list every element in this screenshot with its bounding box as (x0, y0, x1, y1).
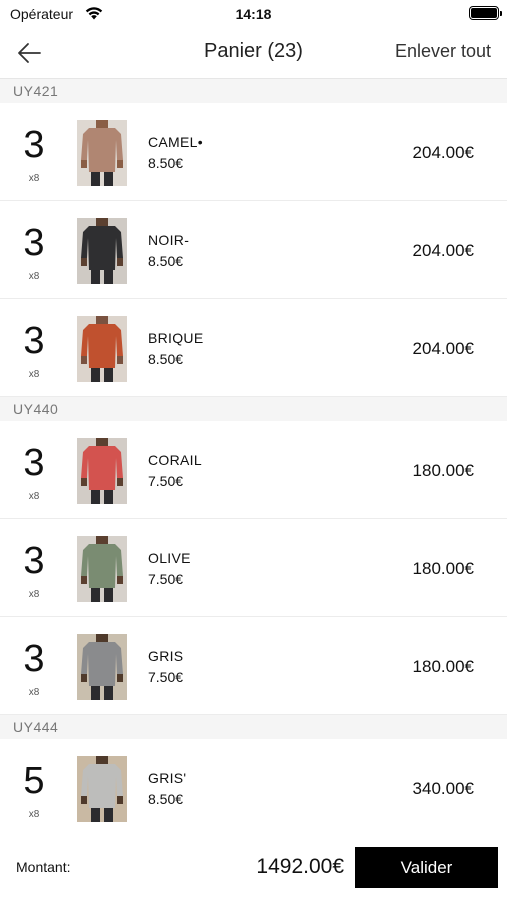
product-thumbnail[interactable] (77, 634, 127, 700)
tshirt-model-image (77, 120, 127, 186)
section-header: UY421 (0, 79, 507, 103)
cart-item[interactable]: 3 x8 CORAIL 7.50€ 180.00€ (0, 421, 507, 519)
cart-item[interactable]: 3 x8 OLIVE 7.50€ 180.00€ (0, 519, 507, 617)
tshirt-model-image (77, 218, 127, 284)
section-header: UY444 (0, 715, 507, 739)
tshirt-model-image (77, 438, 127, 504)
cart-item[interactable]: 3 x8 BRIQUE 8.50€ 204.00€ (0, 299, 507, 397)
item-quantity[interactable]: 3 (0, 639, 68, 679)
item-multiplier: x8 (28, 491, 40, 502)
item-unit-price: 8.50€ (148, 155, 184, 171)
status-bar: Opérateur 14:18 (0, 0, 507, 28)
amount-total: 1492.00€ (256, 855, 344, 878)
item-total: 204.00€ (412, 339, 474, 358)
item-name: CORAIL (148, 452, 202, 468)
item-total: 180.00€ (412, 461, 474, 480)
item-name: GRIS (148, 648, 184, 664)
item-multiplier: x8 (28, 369, 40, 380)
item-multiplier: x8 (28, 809, 40, 820)
product-thumbnail[interactable] (77, 316, 127, 382)
item-total: 204.00€ (412, 143, 474, 162)
item-quantity[interactable]: 3 (0, 125, 68, 165)
item-name: OLIVE (148, 550, 191, 566)
cart-item[interactable]: 3 x8 CAMEL• 8.50€ 204.00€ (0, 103, 507, 201)
validate-button[interactable]: Valider (355, 847, 498, 888)
item-total: 340.00€ (412, 779, 474, 798)
product-thumbnail[interactable] (77, 438, 127, 504)
item-total: 180.00€ (412, 559, 474, 578)
battery-icon (469, 6, 502, 20)
amount-label: Montant: (16, 859, 71, 875)
status-time: 14:18 (235, 6, 272, 22)
item-quantity[interactable]: 3 (0, 223, 68, 263)
item-name: CAMEL• (148, 134, 203, 150)
item-name: NOIR- (148, 232, 190, 248)
item-multiplier: x8 (28, 271, 40, 282)
section-header: UY440 (0, 397, 507, 421)
product-thumbnail[interactable] (77, 218, 127, 284)
cart-item[interactable]: 5 x8 GRIS' 8.50€ 340.00€ (0, 739, 507, 837)
product-thumbnail[interactable] (77, 756, 127, 822)
item-multiplier: x8 (28, 687, 40, 698)
item-total: 204.00€ (412, 241, 474, 260)
nav-bar: Panier (23) Enlever tout (0, 28, 507, 79)
tshirt-model-image (77, 316, 127, 382)
tshirt-model-image (77, 536, 127, 602)
item-multiplier: x8 (28, 173, 40, 184)
tshirt-model-image (77, 756, 127, 822)
item-quantity[interactable]: 3 (0, 541, 68, 581)
item-name: GRIS' (148, 770, 187, 786)
cart-item[interactable]: 3 x8 NOIR- 8.50€ 204.00€ (0, 201, 507, 299)
product-thumbnail[interactable] (77, 536, 127, 602)
item-unit-price: 8.50€ (148, 791, 184, 807)
item-unit-price: 7.50€ (148, 669, 184, 685)
item-name: BRIQUE (148, 330, 204, 346)
item-quantity[interactable]: 3 (0, 321, 68, 361)
item-total: 180.00€ (412, 657, 474, 676)
tshirt-model-image (77, 634, 127, 700)
item-multiplier: x8 (28, 589, 40, 600)
remove-all-button[interactable]: Enlever tout (395, 41, 491, 62)
item-unit-price: 7.50€ (148, 473, 184, 489)
item-unit-price: 7.50€ (148, 571, 184, 587)
item-unit-price: 8.50€ (148, 253, 184, 269)
cart-item[interactable]: 3 x8 GRIS 7.50€ 180.00€ (0, 617, 507, 715)
cart-footer: Montant: 1492.00€ Valider (0, 836, 507, 900)
item-quantity[interactable]: 5 (0, 761, 68, 801)
item-quantity[interactable]: 3 (0, 443, 68, 483)
product-thumbnail[interactable] (77, 120, 127, 186)
item-unit-price: 8.50€ (148, 351, 184, 367)
